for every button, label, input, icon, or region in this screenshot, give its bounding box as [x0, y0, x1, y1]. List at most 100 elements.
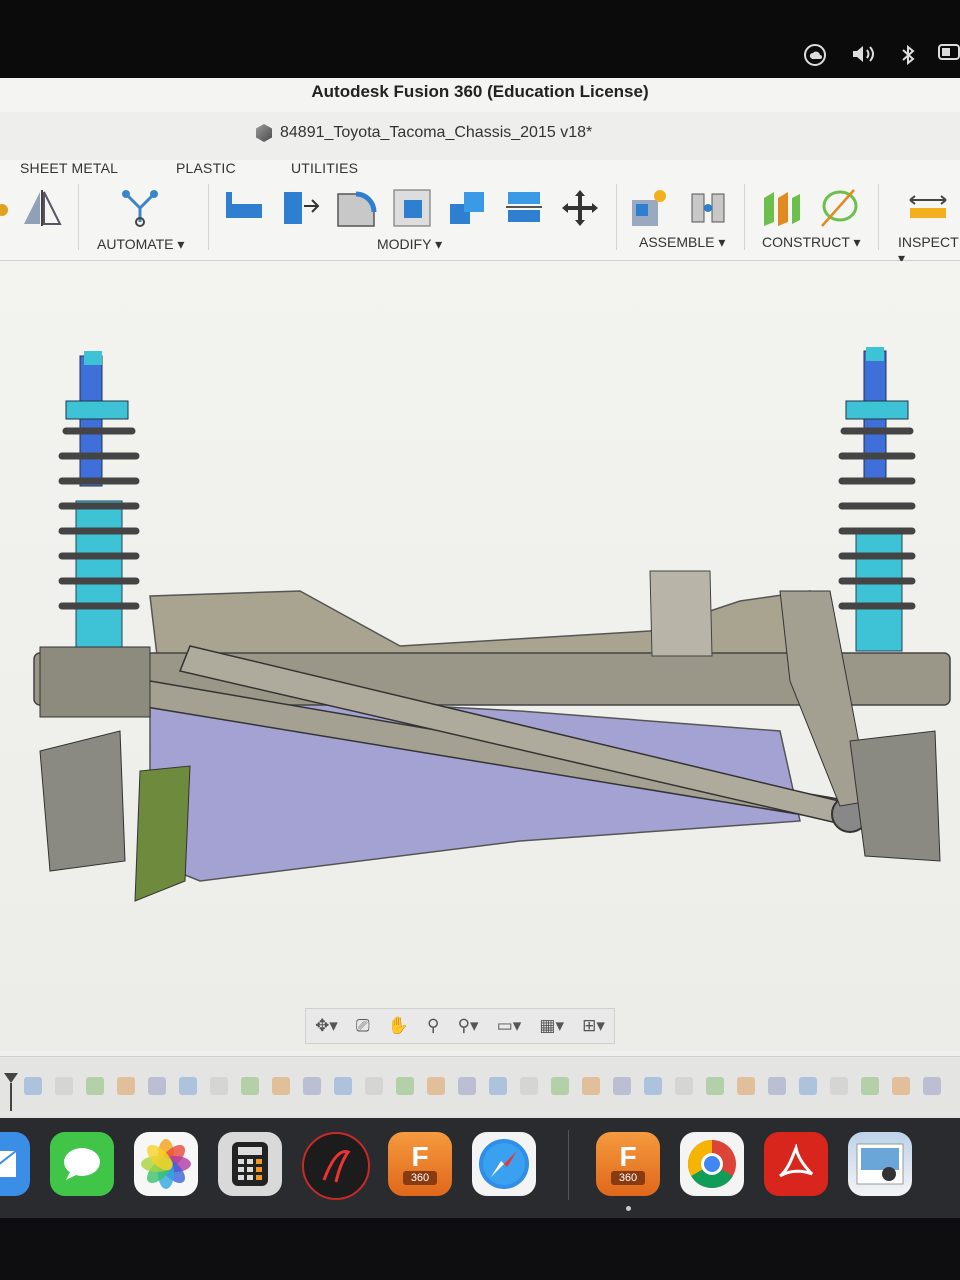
fusion-360-icon: F 360: [402, 1143, 438, 1185]
chevron-down-icon: ▾: [435, 236, 443, 252]
timeline-feature-icon[interactable]: [86, 1077, 104, 1095]
dock-app-fusion-360-2[interactable]: F 360: [596, 1132, 660, 1196]
joint-icon[interactable]: [686, 186, 730, 230]
dock-app-fusion-360[interactable]: F 360: [388, 1132, 452, 1196]
assemble-menu[interactable]: ASSEMBLE ▾: [639, 234, 725, 251]
timeline-feature-icon[interactable]: [613, 1077, 631, 1095]
bluetooth-icon[interactable]: [898, 44, 918, 66]
ribbon-toolbar: SHEET METAL PLASTIC UTILITIES AUTOMATE ▾…: [0, 160, 960, 266]
dock-app-chrome[interactable]: [680, 1132, 744, 1196]
inspect-label: INSPECT: [898, 234, 959, 250]
automate-menu[interactable]: AUTOMATE ▾: [97, 236, 184, 253]
construct-menu[interactable]: CONSTRUCT ▾: [762, 234, 861, 251]
axis-icon[interactable]: [816, 186, 860, 230]
tab-sheet-metal[interactable]: SHEET METAL: [20, 160, 118, 176]
combine-icon[interactable]: [446, 186, 490, 230]
fillet-icon[interactable]: [334, 186, 378, 230]
zoom-window-icon[interactable]: ⚲▾: [458, 1016, 479, 1036]
tab-utilities[interactable]: UTILITIES: [291, 160, 358, 176]
document-tab[interactable]: 84891_Toyota_Tacoma_Chassis_2015 v18*: [256, 124, 592, 142]
toolbar-divider: [878, 184, 879, 250]
app-title: Autodesk Fusion 360 (Education License): [0, 78, 960, 113]
design-canvas[interactable]: [0, 261, 960, 1051]
new-component-icon[interactable]: [628, 186, 672, 230]
grid-settings-icon[interactable]: ▦▾: [539, 1016, 564, 1036]
offset-plane-icon[interactable]: [760, 186, 804, 230]
timeline-feature-icon[interactable]: [582, 1077, 600, 1095]
look-at-icon[interactable]: ⎚: [356, 1016, 370, 1036]
press-pull-icon[interactable]: [222, 186, 266, 230]
calculator-icon: [232, 1142, 268, 1186]
dock-app-launcher[interactable]: [302, 1132, 370, 1200]
dock-app-acrobat[interactable]: [764, 1132, 828, 1196]
construct-label: CONSTRUCT: [762, 234, 850, 250]
timeline-feature-icon[interactable]: [396, 1077, 414, 1095]
move-copy-icon[interactable]: [558, 186, 602, 230]
timeline-feature-icon[interactable]: [458, 1077, 476, 1095]
timeline-feature-icon[interactable]: [923, 1077, 941, 1095]
timeline-feature-icon[interactable]: [55, 1077, 73, 1095]
design-timeline[interactable]: [0, 1056, 960, 1118]
timeline-feature-icon[interactable]: [365, 1077, 383, 1095]
timeline-feature-icon[interactable]: [737, 1077, 755, 1095]
tab-plastic[interactable]: PLASTIC: [176, 160, 236, 176]
split-body-icon[interactable]: [502, 186, 546, 230]
safari-icon: [479, 1139, 529, 1189]
timeline-feature-icon[interactable]: [520, 1077, 538, 1095]
timeline-feature-icon[interactable]: [551, 1077, 569, 1095]
mirror-icon[interactable]: [20, 186, 64, 230]
document-cube-icon: [256, 124, 272, 142]
chamfer-icon[interactable]: [390, 186, 434, 230]
viewports-icon[interactable]: ⊞▾: [582, 1016, 605, 1036]
timeline-marker-icon[interactable]: [2, 1071, 20, 1111]
timeline-feature-icon[interactable]: [210, 1077, 228, 1095]
timeline-feature-icon[interactable]: [272, 1077, 290, 1095]
automate-label: AUTOMATE: [97, 236, 174, 252]
timeline-feature-icon[interactable]: [799, 1077, 817, 1095]
timeline-feature-icon[interactable]: [706, 1077, 724, 1095]
left-axle-end: [39, 646, 151, 718]
dock-app-mail[interactable]: [0, 1132, 30, 1196]
dock: F 360 F 360: [0, 1118, 960, 1218]
battery-icon[interactable]: [938, 44, 960, 60]
side-bracket: [134, 765, 191, 902]
timeline-feature-icon[interactable]: [334, 1077, 352, 1095]
pan-icon[interactable]: ✋: [388, 1016, 409, 1036]
dock-app-messages[interactable]: [50, 1132, 114, 1196]
automate-icon[interactable]: [118, 186, 162, 230]
timeline-feature-icon[interactable]: [427, 1077, 445, 1095]
timeline-feature-icon[interactable]: [179, 1077, 197, 1095]
zoom-icon[interactable]: ⚲: [427, 1016, 439, 1036]
measure-icon[interactable]: [906, 186, 950, 230]
timeline-feature-icon[interactable]: [148, 1077, 166, 1095]
launcher-icon: [322, 1150, 351, 1183]
timeline-feature-icon[interactable]: [861, 1077, 879, 1095]
icloud-status-icon[interactable]: [803, 44, 827, 66]
dock-app-preview[interactable]: [848, 1132, 912, 1196]
timeline-feature-icon[interactable]: [303, 1077, 321, 1095]
timeline-feature-icon[interactable]: [117, 1077, 135, 1095]
timeline-feature-icon[interactable]: [241, 1077, 259, 1095]
modify-menu[interactable]: MODIFY ▾: [377, 236, 442, 253]
timeline-feature-icon[interactable]: [489, 1077, 507, 1095]
timeline-feature-icon[interactable]: [24, 1077, 42, 1095]
timeline-feature-icon[interactable]: [768, 1077, 786, 1095]
chevron-down-icon: ▾: [718, 234, 726, 250]
display-settings-icon[interactable]: ▭▾: [497, 1016, 522, 1036]
dock-app-safari[interactable]: [472, 1132, 536, 1196]
volume-icon[interactable]: [850, 44, 878, 64]
timeline-feature-icon[interactable]: [892, 1077, 910, 1095]
running-indicator: [626, 1206, 631, 1211]
toolbar-divider: [78, 184, 79, 250]
dock-app-photos[interactable]: [134, 1132, 198, 1196]
timeline-feature-icon[interactable]: [830, 1077, 848, 1095]
toolbar-divider: [208, 184, 209, 250]
orbit-icon[interactable]: ✥▾: [315, 1016, 338, 1036]
timeline-feature-icon[interactable]: [644, 1077, 662, 1095]
fusion-360-icon: F 360: [610, 1143, 646, 1185]
timeline-feature-icon[interactable]: [675, 1077, 693, 1095]
mail-icon: [0, 1150, 17, 1177]
shell-icon[interactable]: [278, 186, 322, 230]
dock-app-calculator[interactable]: [218, 1132, 282, 1196]
chassis-model[interactable]: [0, 261, 960, 1051]
